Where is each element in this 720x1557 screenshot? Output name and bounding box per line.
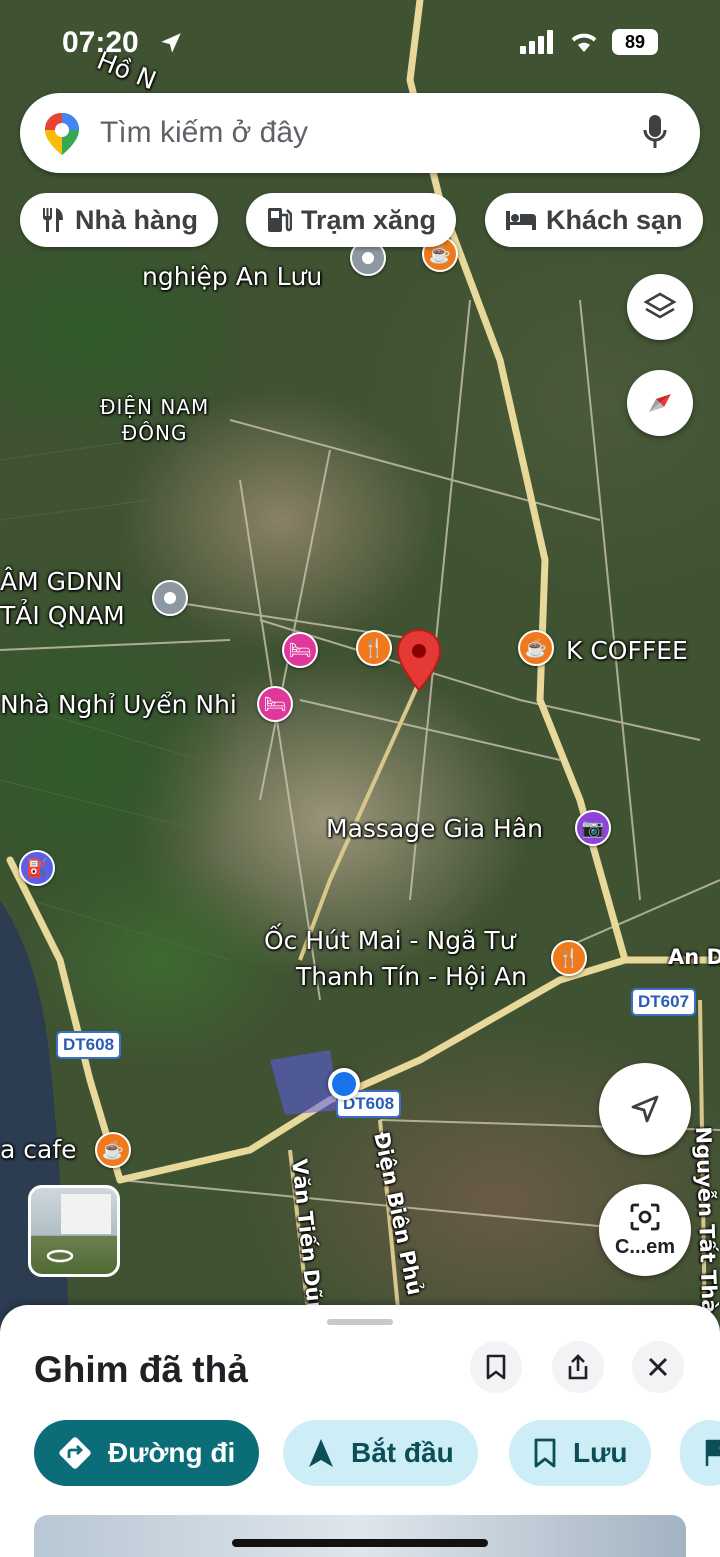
start-button[interactable]: Bắt đầu — [283, 1420, 478, 1486]
home-indicator — [232, 1539, 488, 1547]
chip-restaurants[interactable]: Nhà hàng — [20, 193, 219, 247]
status-time: 07:20 — [62, 26, 139, 59]
hotel-pin[interactable]: 🛏 — [257, 686, 293, 722]
map-label-guesthouse: Nhà Nghỉ Uyển Nhi — [0, 690, 237, 719]
compass-icon — [649, 394, 671, 412]
camera-search-label: C...em — [614, 1235, 676, 1258]
restaurant-icon — [43, 208, 63, 232]
navigation-arrow-icon — [309, 1439, 333, 1467]
cellular-signal-icon — [520, 30, 553, 54]
map-label-road-an: An D — [668, 945, 720, 969]
start-label: Bắt đầu — [351, 1437, 454, 1468]
layers-icon — [643, 292, 677, 319]
close-button[interactable] — [632, 1341, 684, 1393]
my-location-dot — [328, 1068, 360, 1100]
sheet-drag-handle[interactable] — [327, 1319, 393, 1325]
directions-button[interactable]: Đường đi — [34, 1420, 260, 1486]
directions-icon — [59, 1437, 91, 1469]
lens-camera-icon — [630, 1203, 660, 1230]
google-maps-logo-icon — [45, 113, 79, 155]
restaurant-pin[interactable]: 🍴 — [356, 630, 392, 666]
map-label-training-center: ÂM GDNN TẢI QNAM — [0, 567, 125, 630]
map-label-cafe: a cafe — [0, 1135, 77, 1164]
route-shield-dt607: DT607 — [631, 988, 697, 1016]
share-icon — [568, 1354, 588, 1380]
sheet-title: Ghim đã thả — [34, 1349, 248, 1390]
street-view-thumbnail[interactable] — [28, 1185, 120, 1277]
place-bottom-sheet[interactable]: Ghim đã thả Đường đi Bắt đầu Lưu — [0, 1305, 720, 1557]
bookmark-icon — [534, 1438, 556, 1468]
chip-gas-stations[interactable]: Trạm xăng — [246, 193, 457, 247]
search-bar[interactable] — [20, 93, 700, 173]
save-button[interactable]: Lưu — [509, 1420, 652, 1486]
map-label-restaurant-line1: Ốc Hút Mai - Ngã Tư — [264, 926, 516, 955]
route-shield-dt608: DT608 — [56, 1031, 122, 1059]
map-label-street-nguyen: Nguyễn Tất Thà — [691, 1126, 720, 1314]
thumbnail-building — [61, 1194, 111, 1234]
map-label-massage: Massage Gia Hân — [326, 814, 544, 843]
microphone-icon[interactable] — [642, 113, 668, 151]
map-label-restaurant-line2: Thanh Tín - Hội An — [296, 962, 527, 991]
save-bookmark-button[interactable] — [470, 1341, 522, 1393]
cafe-pin[interactable]: ☕ — [95, 1132, 131, 1168]
chip-label: Trạm xăng — [301, 204, 437, 235]
more-actions-button[interactable] — [680, 1420, 720, 1486]
camera-search-button[interactable]: C...em — [599, 1184, 691, 1276]
navigation-arrow-icon — [631, 1095, 659, 1123]
status-bar: 07:20 89 — [0, 0, 720, 86]
share-button[interactable] — [552, 1341, 604, 1393]
rotate-360-icon — [46, 1249, 74, 1263]
cafe-pin[interactable]: ☕ — [518, 630, 554, 666]
layers-button[interactable] — [627, 274, 693, 340]
compass-button[interactable] — [627, 370, 693, 436]
landmark-pin[interactable]: 📷 — [575, 810, 611, 846]
my-location-button[interactable] — [599, 1063, 691, 1155]
chip-hotels[interactable]: Khách sạn — [485, 193, 703, 247]
chip-label: Nhà hàng — [75, 204, 199, 235]
map-label-coffee: K COFFEE — [566, 636, 688, 665]
hotel-icon — [506, 211, 536, 230]
directions-label: Đường đi — [108, 1437, 236, 1468]
gas-station-icon — [268, 208, 292, 232]
hotel-pin[interactable]: 🛏 — [282, 632, 318, 668]
map-label-industrial-zone: nghiệp An Lưu — [142, 262, 323, 291]
chip-label: Khách sạn — [546, 204, 683, 235]
search-input[interactable] — [100, 111, 630, 155]
generic-place-pin[interactable] — [152, 580, 188, 616]
battery-indicator: 89 — [612, 29, 658, 55]
place-photo-preview[interactable] — [34, 1515, 686, 1557]
map-label-district: ĐIỆN NAM ĐÔNG — [100, 395, 210, 445]
bookmark-icon — [486, 1354, 506, 1380]
wifi-icon — [571, 33, 597, 52]
dropped-pin-icon[interactable] — [396, 628, 442, 692]
gas-station-pin[interactable]: ⛽ — [19, 850, 55, 886]
location-arrow-icon — [161, 33, 181, 53]
close-icon — [648, 1357, 668, 1377]
restaurant-pin[interactable]: 🍴 — [551, 940, 587, 976]
save-label: Lưu — [573, 1437, 628, 1468]
flag-icon — [705, 1439, 720, 1466]
